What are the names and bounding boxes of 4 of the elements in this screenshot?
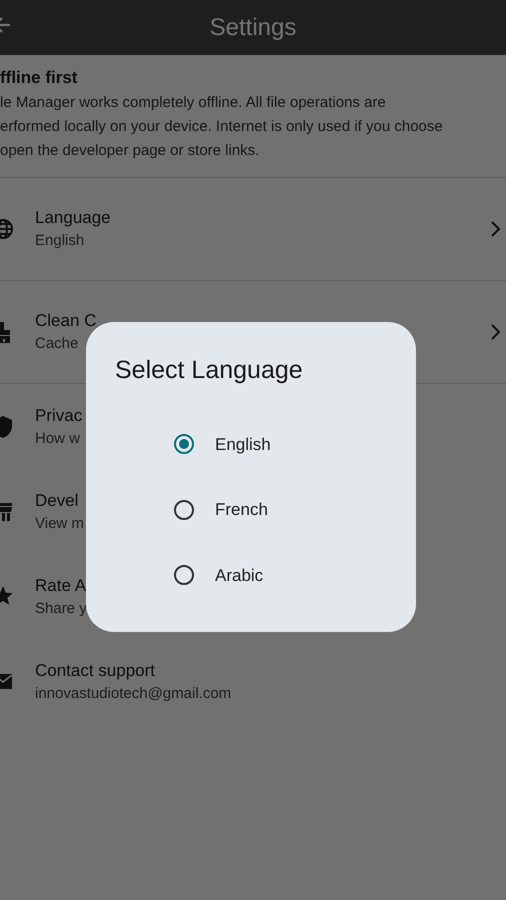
dialog-title: Select Language <box>115 355 304 386</box>
notice-title: ffline first <box>0 67 78 89</box>
screen-title: Settings <box>210 12 296 42</box>
notice-text: le Manager works completely offline. All file operations are erformed locally on your device. Internet is only used if you choose open the developer page or store links. <box>0 93 444 161</box>
